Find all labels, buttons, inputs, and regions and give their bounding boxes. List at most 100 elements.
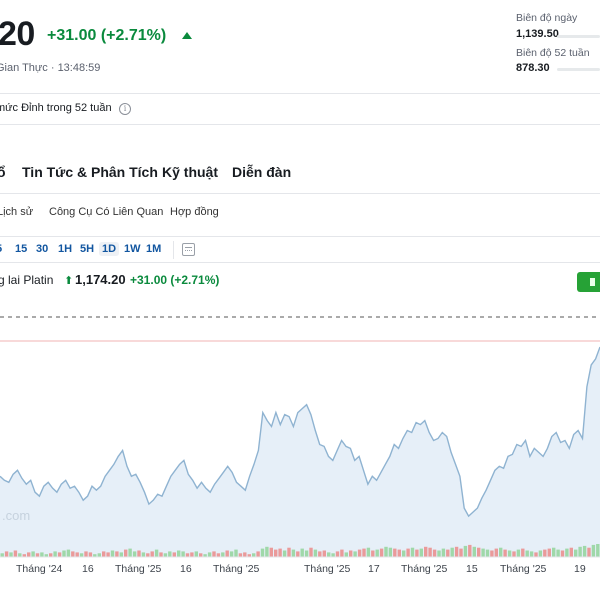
subtab-history[interactable]: Lịch sử xyxy=(0,206,33,218)
volume-bar xyxy=(13,550,18,557)
volume-bar xyxy=(102,551,106,557)
volume-bar xyxy=(450,547,454,557)
volume-bar xyxy=(327,552,331,557)
volume-bar xyxy=(154,549,159,557)
volume-bar xyxy=(410,547,415,557)
tab-forum[interactable]: Diễn đàn xyxy=(232,164,291,180)
subtab-related-instruments[interactable]: Công Cụ Có Liên Quan xyxy=(49,206,163,218)
volume-bar xyxy=(591,544,596,557)
volume-bar xyxy=(335,551,340,557)
volume-bar xyxy=(379,548,384,557)
volume-bar xyxy=(459,548,463,557)
tab-overview[interactable]: ổ xyxy=(0,164,6,180)
tab-technical[interactable]: Kỹ thuật xyxy=(162,164,218,180)
volume-bar xyxy=(353,551,357,557)
interval-15[interactable]: 15 xyxy=(15,243,27,255)
volume-bar xyxy=(313,549,318,557)
volume-bar xyxy=(419,548,423,557)
interval-5[interactable]: 5 xyxy=(0,243,2,255)
calendar-icon[interactable] xyxy=(182,243,195,256)
volume-bar xyxy=(406,548,410,557)
divider xyxy=(0,236,600,237)
volume-bar xyxy=(454,546,459,557)
interval-1w[interactable]: 1W xyxy=(124,243,141,255)
volume-bar xyxy=(97,553,101,557)
volume-bar xyxy=(596,544,600,557)
volume-bar xyxy=(472,546,476,557)
volume-bar xyxy=(234,549,238,557)
volume-bar xyxy=(349,550,353,557)
x-tick-label: Tháng '25 xyxy=(213,563,260,575)
interval-30[interactable]: 30 xyxy=(36,243,48,255)
interval-1m[interactable]: 1M xyxy=(146,243,161,255)
volume-bar xyxy=(124,549,128,557)
volume-bar xyxy=(300,548,304,557)
interval-1h[interactable]: 1H xyxy=(58,243,72,255)
x-tick-label: Tháng '25 xyxy=(115,563,162,575)
volume-bar xyxy=(494,548,498,557)
watermark: .com xyxy=(2,508,31,523)
volume-bar xyxy=(163,553,168,557)
interval-5h[interactable]: 5H xyxy=(80,243,94,255)
volume-bar xyxy=(322,550,326,557)
volume-bar xyxy=(4,551,9,557)
volume-bar xyxy=(560,550,565,557)
volume-bar xyxy=(463,545,468,557)
trade-button[interactable] xyxy=(577,272,600,292)
volume-bar xyxy=(75,552,79,557)
price-change: +31.00 (+2.71%) xyxy=(47,27,167,44)
volume-bar xyxy=(49,553,53,557)
price-chart[interactable] xyxy=(0,295,600,560)
volume-bar xyxy=(362,548,366,557)
volume-bar xyxy=(269,547,273,557)
tab-news-analysis[interactable]: Tin Tức & Phân Tích xyxy=(22,164,158,180)
day-range-value: 1,139.50 xyxy=(516,28,559,40)
volume-bar xyxy=(71,551,75,557)
volume-bar xyxy=(512,551,516,557)
volume-bar xyxy=(221,552,225,557)
volume-bar xyxy=(168,551,172,557)
interval-1d[interactable]: 1D xyxy=(99,242,120,256)
subtab-contracts[interactable]: Hợp đồng xyxy=(170,206,219,218)
volume-bar xyxy=(344,552,348,557)
volume-bar xyxy=(503,549,507,557)
x-tick-label: 15 xyxy=(466,563,478,575)
week52-range-bar xyxy=(557,68,600,71)
volume-bar xyxy=(565,548,569,557)
volume-bar xyxy=(150,551,154,557)
volume-bar xyxy=(172,552,176,557)
volume-bar xyxy=(185,553,190,557)
volume-bar xyxy=(309,547,313,557)
volume-bar xyxy=(256,551,260,557)
volume-bar xyxy=(84,551,88,557)
volume-bar xyxy=(146,553,150,557)
volume-bar xyxy=(490,550,494,557)
realtime-timestamp: Gian Thực · 13:48:59 xyxy=(0,62,101,74)
volume-bar xyxy=(243,552,247,557)
volume-bar xyxy=(534,552,538,557)
volume-bar xyxy=(446,549,450,557)
x-tick-label: 17 xyxy=(368,563,380,575)
day-range-bar xyxy=(557,35,600,38)
volume-bar xyxy=(331,553,335,557)
volume-bar xyxy=(552,547,556,557)
info-icon[interactable]: i xyxy=(119,103,131,115)
volume-bar xyxy=(18,553,22,557)
volume-bar xyxy=(238,553,243,557)
volume-bar xyxy=(547,548,551,557)
toolbar-separator xyxy=(173,241,174,259)
volume-bar xyxy=(318,551,322,557)
volume-bar xyxy=(132,551,137,557)
volume-bar xyxy=(428,547,432,557)
volume-bar xyxy=(393,548,397,557)
volume-bar xyxy=(296,551,300,557)
volume-bar xyxy=(291,549,296,557)
volume-bar xyxy=(384,546,388,557)
day-range-label: Biên độ ngày xyxy=(516,12,578,24)
legend-price: 1,174.20 xyxy=(75,272,126,287)
instrument-name: g lai Platin xyxy=(0,273,54,287)
volume-bar xyxy=(106,552,110,557)
volume-bar xyxy=(375,549,379,557)
volume-bar xyxy=(159,552,163,557)
volume-bar xyxy=(415,549,419,557)
